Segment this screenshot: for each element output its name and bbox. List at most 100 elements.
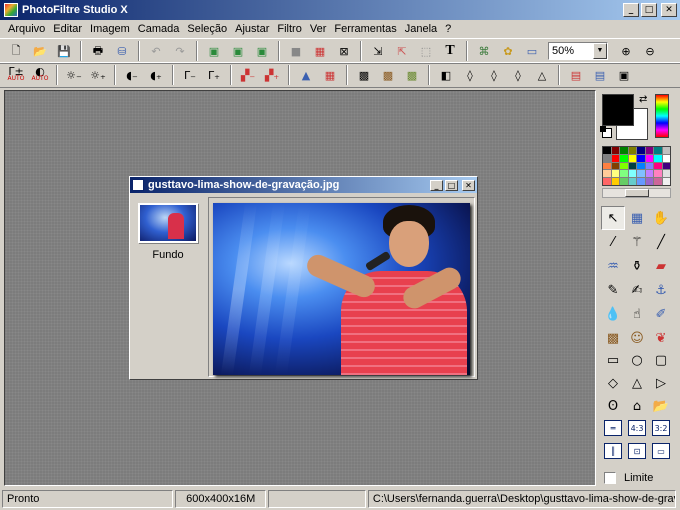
color-spectrum[interactable]: [655, 94, 669, 138]
auto-level-button[interactable]: Γ± AUTO: [5, 64, 27, 86]
contrast-plus-icon[interactable]: ◖₊: [145, 64, 167, 86]
palette-swatch[interactable]: [637, 170, 645, 178]
doc-close-button[interactable]: ✕: [462, 179, 475, 191]
palette-swatch[interactable]: [620, 162, 628, 170]
palette-swatch[interactable]: [603, 147, 611, 154]
palette-scrollbar[interactable]: [602, 188, 671, 198]
palette-swatch[interactable]: [662, 170, 670, 178]
picture-layer-icon[interactable]: ▣: [251, 40, 273, 62]
palette-swatch[interactable]: [628, 154, 636, 162]
explorer-icon[interactable]: ⌘: [473, 40, 495, 62]
doc-maximize-button[interactable]: □: [445, 179, 458, 191]
redo-icon[interactable]: ↷: [169, 40, 191, 62]
palette-swatch[interactable]: [603, 178, 611, 185]
palette-swatch[interactable]: [620, 154, 628, 162]
clone-tool-icon[interactable]: ✐: [649, 302, 673, 326]
palette-swatch[interactable]: [628, 162, 636, 170]
palette-swatch[interactable]: [645, 178, 653, 185]
eraser-tool-icon[interactable]: ▰: [649, 254, 673, 278]
minimize-button[interactable]: _: [623, 3, 639, 17]
picture-copy-icon[interactable]: ▣: [227, 40, 249, 62]
ratio-3-2-icon[interactable]: 3:2: [649, 416, 673, 440]
open-folder-icon[interactable]: 📂: [29, 40, 51, 62]
pointer-tool-icon[interactable]: ↖: [601, 206, 625, 230]
palette-swatch[interactable]: [637, 162, 645, 170]
right-triangle-shape-icon[interactable]: ▷: [649, 371, 673, 395]
foreground-color[interactable]: [602, 94, 634, 126]
limit-checkbox[interactable]: [604, 472, 616, 484]
palette-swatch[interactable]: [662, 154, 670, 162]
eyedropper-tool-icon[interactable]: ⁄: [601, 230, 625, 254]
plugins-icon[interactable]: ✿: [497, 40, 519, 62]
ellipse-shape-icon[interactable]: ○: [625, 348, 649, 372]
palette-swatch[interactable]: [654, 154, 662, 162]
auto-contrast-button[interactable]: ◐ AUTO: [29, 64, 51, 86]
image-canvas[interactable]: [213, 203, 470, 375]
save-icon[interactable]: 💾: [53, 40, 75, 62]
portrait-tool-icon[interactable]: ☺: [625, 326, 649, 350]
ratio-4-3-icon[interactable]: 4:3: [625, 416, 649, 440]
layer-manager-tool-icon[interactable]: ▦: [625, 206, 649, 230]
palette-swatch[interactable]: [662, 178, 670, 185]
invert-icon[interactable]: ◧: [435, 64, 457, 86]
palette-swatch[interactable]: [620, 170, 628, 178]
color-grid-icon[interactable]: ▦: [309, 40, 331, 62]
palette-swatch[interactable]: [645, 162, 653, 170]
reset-colors-icon[interactable]: [600, 126, 612, 138]
mosaic-icon[interactable]: ▩: [401, 64, 423, 86]
undo-icon[interactable]: ↶: [145, 40, 167, 62]
palette-swatch[interactable]: [654, 178, 662, 185]
free-ratio-icon[interactable]: ═: [601, 416, 625, 440]
palette-swatch[interactable]: [637, 154, 645, 162]
palette-swatch[interactable]: [654, 170, 662, 178]
pattern-tool-icon[interactable]: ▩: [601, 326, 625, 350]
palette-swatch[interactable]: [628, 147, 636, 154]
saturation-minus-icon[interactable]: ▞₋: [237, 64, 259, 86]
window-ratio-icon[interactable]: ▭: [649, 439, 673, 463]
palette-swatch[interactable]: [628, 178, 636, 185]
color-balance-icon[interactable]: ▦: [319, 64, 341, 86]
menu-ajustar[interactable]: Ajustar: [231, 23, 273, 35]
palette-swatch[interactable]: [611, 154, 619, 162]
new-file-icon[interactable]: 🗋: [5, 40, 27, 62]
palette-swatch[interactable]: [603, 170, 611, 178]
palette-swatch[interactable]: [620, 147, 628, 154]
palette-swatch[interactable]: [611, 170, 619, 178]
saturation-plus-icon[interactable]: ▞₊: [261, 64, 283, 86]
scrollbar-thumb[interactable]: [625, 189, 649, 197]
advanced-brush-tool-icon[interactable]: ✍: [625, 278, 649, 302]
palette-swatch[interactable]: [654, 147, 662, 154]
close-button[interactable]: ✕: [661, 3, 677, 17]
document-window[interactable]: gusttavo-lima-show-de-gravação.jpg _ □ ✕…: [129, 176, 478, 380]
menu-ver[interactable]: Ver: [306, 23, 331, 35]
palette-swatch[interactable]: [603, 154, 611, 162]
soften-drop-icon[interactable]: ◊: [507, 64, 529, 86]
blur-drop-icon[interactable]: ◊: [459, 64, 481, 86]
spray-tool-icon[interactable]: ⚱: [625, 254, 649, 278]
gamma-minus-icon[interactable]: Γ₋: [179, 64, 201, 86]
zoom-out-icon[interactable]: ⊖: [639, 40, 661, 62]
palette-swatch[interactable]: [611, 162, 619, 170]
swap-colors-icon[interactable]: ⇄: [639, 94, 647, 105]
hand-tool-icon[interactable]: ✋: [649, 206, 673, 230]
transparency-icon[interactable]: ⊠: [333, 40, 355, 62]
doc-minimize-button[interactable]: _: [430, 179, 443, 191]
layer-thumbnail[interactable]: [138, 203, 198, 243]
zoom-select[interactable]: 50% ▼: [548, 42, 608, 60]
color-palette[interactable]: [602, 146, 671, 186]
levels-icon[interactable]: ▲: [295, 64, 317, 86]
relief-icon[interactable]: △: [531, 64, 553, 86]
maximize-button[interactable]: □: [641, 3, 657, 17]
canvas-resize-icon[interactable]: ⇱: [391, 40, 413, 62]
palette-swatch[interactable]: [637, 147, 645, 154]
gray-square-icon[interactable]: ■: [285, 40, 307, 62]
selection-icon[interactable]: ⬚: [415, 40, 437, 62]
open-shape-icon[interactable]: 📂: [649, 394, 673, 418]
palette-swatch[interactable]: [611, 178, 619, 185]
fit-ratio-icon[interactable]: ⊡: [625, 439, 649, 463]
palette-swatch[interactable]: [662, 162, 670, 170]
stamp-tool-icon[interactable]: ⚓: [649, 278, 673, 302]
strawberry-tool-icon[interactable]: ❦: [649, 326, 673, 350]
blur-tool-icon[interactable]: 💧: [601, 302, 625, 326]
scanner-icon[interactable]: ⛁: [111, 40, 133, 62]
